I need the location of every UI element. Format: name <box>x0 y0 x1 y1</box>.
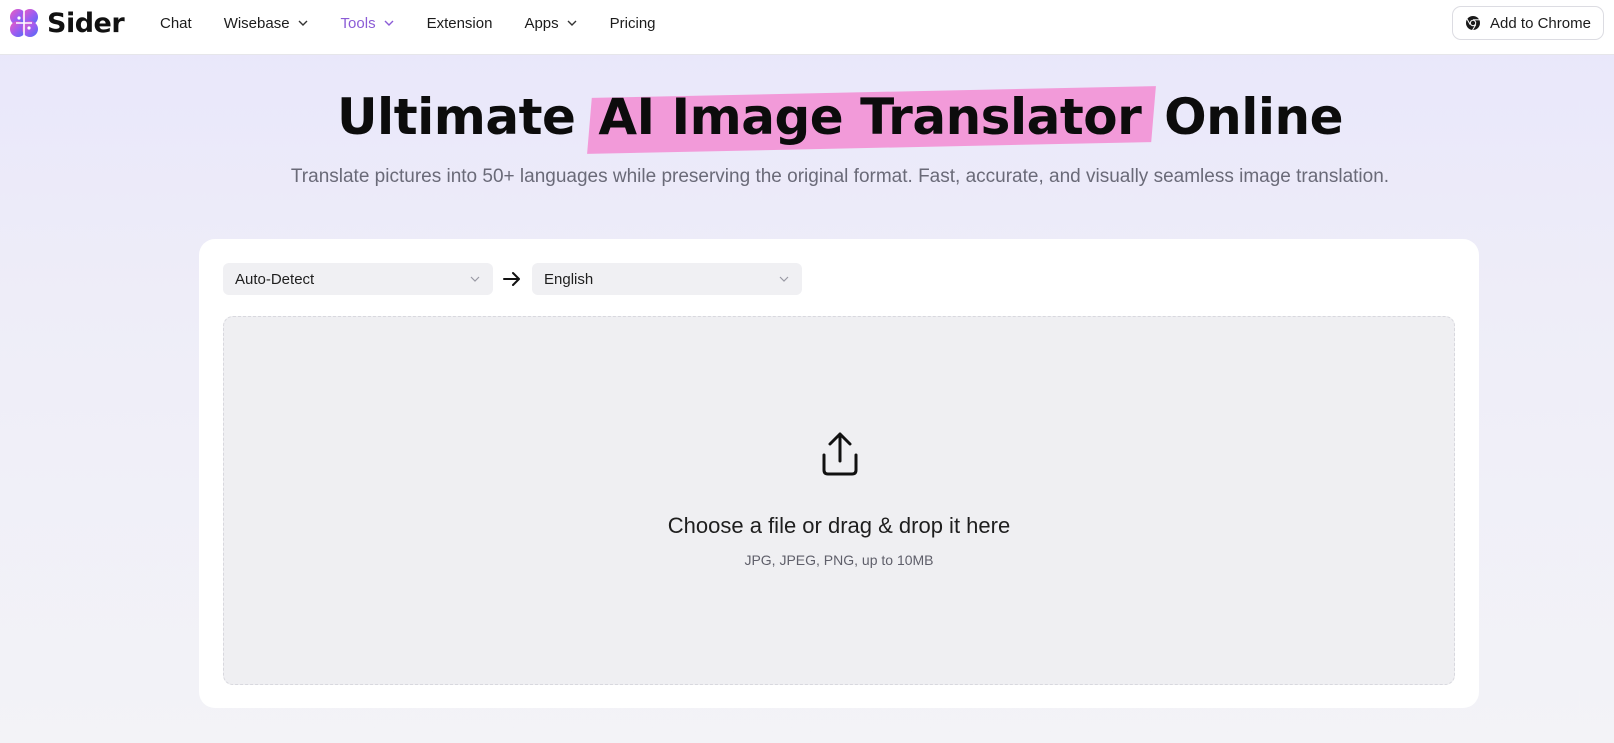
dropzone-hint: JPG, JPEG, PNG, up to 10MB <box>744 552 934 568</box>
nav-item-label: Apps <box>524 14 559 32</box>
chrome-icon <box>1466 16 1481 31</box>
title-highlight: AI Image Translator <box>592 88 1147 146</box>
target-language-select[interactable]: English <box>532 263 802 295</box>
nav-item-apps[interactable]: Apps <box>524 15 577 32</box>
title-suffix: Online <box>1164 88 1344 146</box>
nav-item-label: Chat <box>160 14 192 32</box>
page-subtitle: Translate pictures into 50+ languages wh… <box>290 166 1390 187</box>
source-language-value: Auto-Detect <box>235 270 315 288</box>
dropzone-title: Choose a file or drag & drop it here <box>667 513 1011 538</box>
page-title: Ultimate AI Image Translator Online <box>0 88 1614 146</box>
brand-name: Sider <box>47 7 125 39</box>
upload-icon <box>822 432 858 476</box>
title-prefix: Ultimate <box>336 88 576 146</box>
nav-item-tools[interactable]: Tools <box>341 15 395 32</box>
chevron-down-icon <box>779 276 789 282</box>
source-language-select[interactable]: Auto-Detect <box>223 263 493 295</box>
nav-item-extension[interactable]: Extension <box>427 15 493 32</box>
nav-item-label: Wisebase <box>223 14 290 32</box>
chevron-down-icon <box>567 20 577 26</box>
nav-item-pricing[interactable]: Pricing <box>610 15 656 32</box>
nav-item-label: Pricing <box>609 14 656 32</box>
nav-item-label: Tools <box>340 14 376 32</box>
nav-item-chat[interactable]: Chat <box>160 15 192 32</box>
file-dropzone[interactable]: Choose a file or drag & drop it here JPG… <box>223 316 1455 685</box>
add-to-chrome-button[interactable]: Add to Chrome <box>1452 6 1604 40</box>
chevron-down-icon <box>470 276 480 282</box>
target-language-value: English <box>544 270 594 288</box>
nav-item-wisebase[interactable]: Wisebase <box>224 15 309 32</box>
sider-logo[interactable]: Sider <box>7 6 125 40</box>
nav-item-label: Extension <box>426 14 493 32</box>
translator-card: Auto-Detect English Choose a file or dra… <box>199 239 1479 708</box>
main-nav: Chat Wisebase Tools Extension Apps Prici… <box>160 0 688 46</box>
arrow-right-icon <box>503 272 520 286</box>
sider-brain-logo-icon <box>10 9 38 37</box>
chevron-down-icon <box>298 20 308 26</box>
top-navbar: Sider Chat Wisebase Tools Extension Apps… <box>0 0 1614 55</box>
add-to-chrome-label: Add to Chrome <box>1490 14 1591 32</box>
chevron-down-icon <box>384 20 394 26</box>
